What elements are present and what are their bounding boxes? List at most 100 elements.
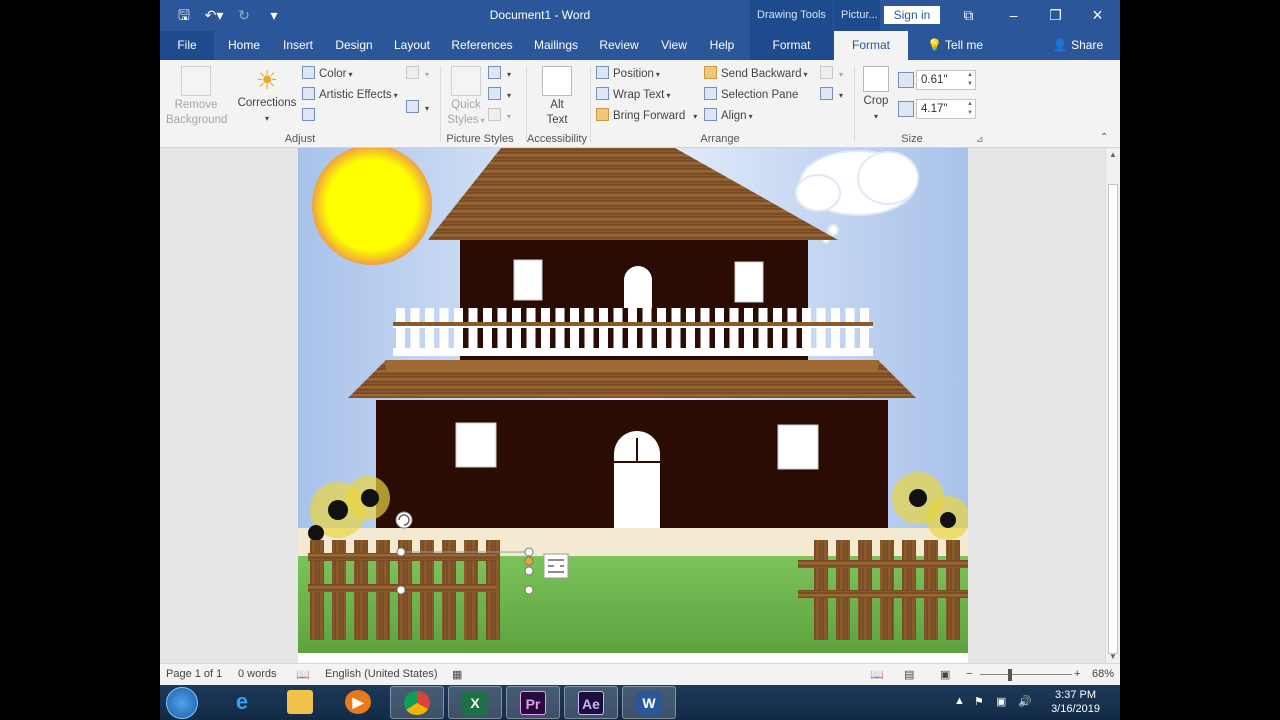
web-layout-icon[interactable]: ▣ xyxy=(940,668,950,681)
reset-picture-icon xyxy=(406,100,419,113)
start-button-icon[interactable] xyxy=(166,687,198,719)
minimize-icon[interactable]: – xyxy=(991,0,1036,30)
share-label: Share xyxy=(1071,38,1104,52)
taskbar-ie[interactable]: e xyxy=(216,686,270,719)
upper-window-right xyxy=(734,261,764,303)
taskbar-premiere[interactable]: Pr xyxy=(506,686,560,719)
quick-styles-label-2: Styles xyxy=(447,114,479,126)
picture-effects-button[interactable]: ▾ xyxy=(488,85,511,105)
collapse-ribbon-icon[interactable]: ⌃ xyxy=(1100,132,1108,143)
tab-file[interactable]: File xyxy=(160,31,214,60)
show-hidden-icons[interactable]: ▲ xyxy=(954,695,965,707)
zoom-slider-track[interactable] xyxy=(980,674,1072,675)
volume-icon[interactable]: 🔊 xyxy=(1018,695,1032,708)
zoom-out-icon[interactable]: − xyxy=(966,668,972,680)
compress-pictures-button[interactable] xyxy=(302,106,319,126)
send-backward-button[interactable]: Send Backward ▾ xyxy=(704,64,808,84)
taskbar-media-player[interactable]: ▶ xyxy=(332,686,386,719)
page-count[interactable]: Page 1 of 1 xyxy=(166,668,222,680)
position-icon xyxy=(596,66,609,79)
crop-button[interactable]: Crop ▾ xyxy=(860,66,892,124)
tab-mailings[interactable]: Mailings xyxy=(526,31,586,60)
scrollbar-thumb[interactable] xyxy=(1108,184,1118,654)
tab-tell-me[interactable]: 💡 Tell me xyxy=(918,31,992,60)
tab-references[interactable]: References xyxy=(448,31,516,60)
quick-styles-button[interactable]: Quick Styles ▾ xyxy=(444,66,488,128)
tab-view[interactable]: View xyxy=(654,31,694,60)
proofing-icon[interactable]: 📖 xyxy=(296,668,310,681)
system-clock[interactable]: 3:37 PM 3/16/2019 xyxy=(1051,688,1100,716)
shape-width-input[interactable]: 4.17" ▲ ▼ xyxy=(916,99,976,119)
adjust-group-label: Adjust xyxy=(284,133,316,145)
tab-home[interactable]: Home xyxy=(222,31,266,60)
scroll-up-icon[interactable]: ▲ xyxy=(1109,150,1117,159)
alt-text-button[interactable]: Alt Text xyxy=(534,66,580,128)
sign-in-button[interactable]: Sign in xyxy=(884,6,940,24)
artistic-effects-label: Artistic Effects xyxy=(319,89,392,101)
align-button[interactable]: Align ▾ xyxy=(704,106,753,126)
change-picture-icon xyxy=(406,66,419,79)
rotate-button[interactable]: ▾ xyxy=(820,85,843,105)
zoom-in-icon[interactable]: + xyxy=(1074,668,1080,680)
scroll-down-icon[interactable]: ▼ xyxy=(1109,652,1117,661)
share-button[interactable]: 👤 Share xyxy=(1046,31,1110,60)
tab-insert[interactable]: Insert xyxy=(276,31,320,60)
balcony-picket xyxy=(657,308,666,356)
bring-forward-icon xyxy=(596,108,609,121)
color-button[interactable]: Color ▾ xyxy=(302,64,353,84)
network-icon[interactable]: ▣ xyxy=(996,695,1006,708)
tab-design[interactable]: Design xyxy=(330,31,378,60)
shape-height-input[interactable]: 0.61" ▲ ▼ xyxy=(916,70,976,90)
selection-pane-button[interactable]: Selection Pane xyxy=(704,85,798,105)
group-button[interactable]: ▾ xyxy=(820,64,843,84)
tab-drawing-format[interactable]: Format xyxy=(750,31,833,60)
height-spinner[interactable]: ▲ ▼ xyxy=(967,71,973,89)
tab-help[interactable]: Help xyxy=(704,31,740,60)
right-fence-rail-top xyxy=(798,560,968,568)
artistic-effects-button[interactable]: Artistic Effects ▾ xyxy=(302,85,398,105)
change-picture-button[interactable]: ▾ xyxy=(406,64,429,84)
bring-forward-button[interactable]: Bring Forward ▾ xyxy=(596,106,697,126)
balcony-picket xyxy=(483,308,492,356)
zoom-slider-thumb[interactable] xyxy=(1008,669,1012,681)
document-page[interactable] xyxy=(298,148,968,663)
ribbon-display-options-icon[interactable]: ⧉ xyxy=(946,0,991,30)
size-dialog-launcher-icon[interactable]: ⊿ xyxy=(976,134,984,145)
person-icon: 👤 xyxy=(1052,38,1068,52)
layout-options-icon xyxy=(543,553,569,579)
sun-corrections-icon: ☀ xyxy=(255,65,279,95)
print-layout-icon[interactable]: ▤ xyxy=(904,668,914,681)
balcony-picket xyxy=(758,308,768,356)
color-icon xyxy=(302,66,315,79)
corrections-button[interactable]: ☀ Corrections ▾ xyxy=(236,66,298,126)
taskbar-explorer[interactable] xyxy=(274,686,328,719)
separator xyxy=(590,66,591,142)
width-spinner[interactable]: ▲ ▼ xyxy=(967,100,973,118)
language[interactable]: English (United States) xyxy=(325,668,438,680)
picture-border-button[interactable]: ▾ xyxy=(488,64,511,84)
taskbar-excel[interactable]: X xyxy=(448,686,502,719)
word-count[interactable]: 0 words xyxy=(238,668,277,680)
zoom-level[interactable]: 68% xyxy=(1092,668,1114,680)
close-icon[interactable]: × xyxy=(1075,0,1120,30)
taskbar-after-effects[interactable]: Ae xyxy=(564,686,618,719)
action-center-flag-icon[interactable]: ⚑ xyxy=(974,695,984,708)
reset-picture-button[interactable]: ▾ xyxy=(406,98,429,118)
taskbar-chrome[interactable] xyxy=(390,686,444,719)
macro-record-icon[interactable]: ▦ xyxy=(452,668,462,681)
taskbar-word[interactable]: W xyxy=(622,686,676,719)
color-label: Color xyxy=(319,68,347,80)
artistic-effects-icon xyxy=(302,87,315,100)
balcony-picket xyxy=(396,308,405,356)
tab-layout[interactable]: Layout xyxy=(388,31,436,60)
restore-icon[interactable]: ❐ xyxy=(1033,0,1078,30)
remove-background-button[interactable]: Remove Background xyxy=(166,66,227,128)
tab-review[interactable]: Review xyxy=(594,31,644,60)
position-button[interactable]: Position ▾ xyxy=(596,64,660,84)
vertical-scrollbar[interactable]: ▲ ▼ xyxy=(1105,148,1120,663)
read-mode-icon[interactable]: 📖 xyxy=(870,668,884,681)
wrap-text-button[interactable]: Wrap Text ▾ xyxy=(596,85,670,105)
picture-layout-button[interactable]: ▾ xyxy=(488,106,511,126)
tab-picture-format[interactable]: Format xyxy=(834,31,908,60)
separator xyxy=(440,66,441,142)
